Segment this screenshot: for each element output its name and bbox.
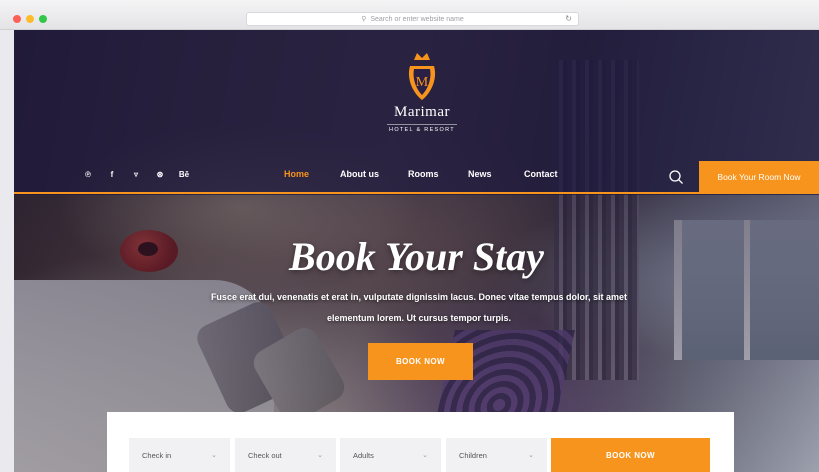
minimize-window-button[interactable]	[26, 15, 34, 23]
hero-title: Book Your Stay	[289, 234, 544, 279]
nav-news[interactable]: News	[468, 169, 524, 179]
brand-name: Marimar	[394, 104, 450, 120]
twitter-icon[interactable]: ▿	[124, 170, 148, 179]
nav-contact[interactable]: Contact	[524, 169, 558, 179]
close-window-button[interactable]	[13, 15, 21, 23]
booking-form: Check in ⌄ Check out ⌄ Adults ⌄ Children…	[107, 412, 734, 472]
book-room-button[interactable]: Book Your Room Now	[699, 161, 819, 192]
hotel-website: M Marimar HOTEL & RESORT ℗ f ▿ ⊛ Bē Home…	[14, 30, 819, 472]
crest-letter: M	[416, 75, 429, 90]
nav-menu: Home About us Rooms News Contact	[284, 169, 558, 179]
children-select[interactable]: Children ⌄	[446, 438, 547, 472]
social-links: ℗ f ▿ ⊛ Bē	[76, 170, 196, 179]
chevron-down-icon: ⌄	[422, 452, 428, 459]
check-in-select[interactable]: Check in ⌄	[129, 438, 230, 472]
search-icon[interactable]	[668, 169, 684, 185]
adults-select[interactable]: Adults ⌄	[340, 438, 441, 472]
chevron-down-icon: ⌄	[528, 452, 534, 459]
check-out-select[interactable]: Check out ⌄	[235, 438, 336, 472]
nav-divider	[14, 192, 819, 194]
adults-label: Adults	[353, 450, 374, 460]
address-bar[interactable]: ⚲ Search or enter website name ↻	[246, 12, 579, 26]
search-icon: ⚲	[361, 16, 367, 23]
check-in-label: Check in	[142, 450, 172, 460]
chevron-down-icon: ⌄	[211, 452, 217, 459]
facebook-icon[interactable]: f	[100, 170, 124, 179]
dribbble-icon[interactable]: ⊛	[148, 170, 172, 179]
hero-description: Fusce erat dui, venenatis et erat in, vu…	[210, 292, 628, 323]
browser-toolbar: ⚲ Search or enter website name ↻	[0, 0, 819, 30]
booking-book-now-button[interactable]: BOOK NOW	[551, 438, 710, 472]
hero-book-now-button[interactable]: BOOK NOW	[368, 343, 473, 380]
crown-crest-icon: M	[402, 50, 442, 102]
children-label: Children	[459, 450, 487, 460]
maximize-window-button[interactable]	[39, 15, 47, 23]
behance-icon[interactable]: Bē	[172, 170, 196, 179]
check-out-label: Check out	[248, 450, 282, 460]
pinterest-icon[interactable]: ℗	[76, 170, 100, 179]
reload-icon[interactable]: ↻	[565, 14, 572, 23]
brand-logo[interactable]: M Marimar HOTEL & RESORT	[387, 50, 457, 133]
nav-rooms[interactable]: Rooms	[408, 169, 468, 179]
nav-home[interactable]: Home	[284, 169, 340, 179]
brand-tagline: HOTEL & RESORT	[387, 124, 457, 133]
address-placeholder: Search or enter website name	[370, 15, 464, 23]
nav-about[interactable]: About us	[340, 169, 408, 179]
chevron-down-icon: ⌄	[317, 452, 323, 459]
